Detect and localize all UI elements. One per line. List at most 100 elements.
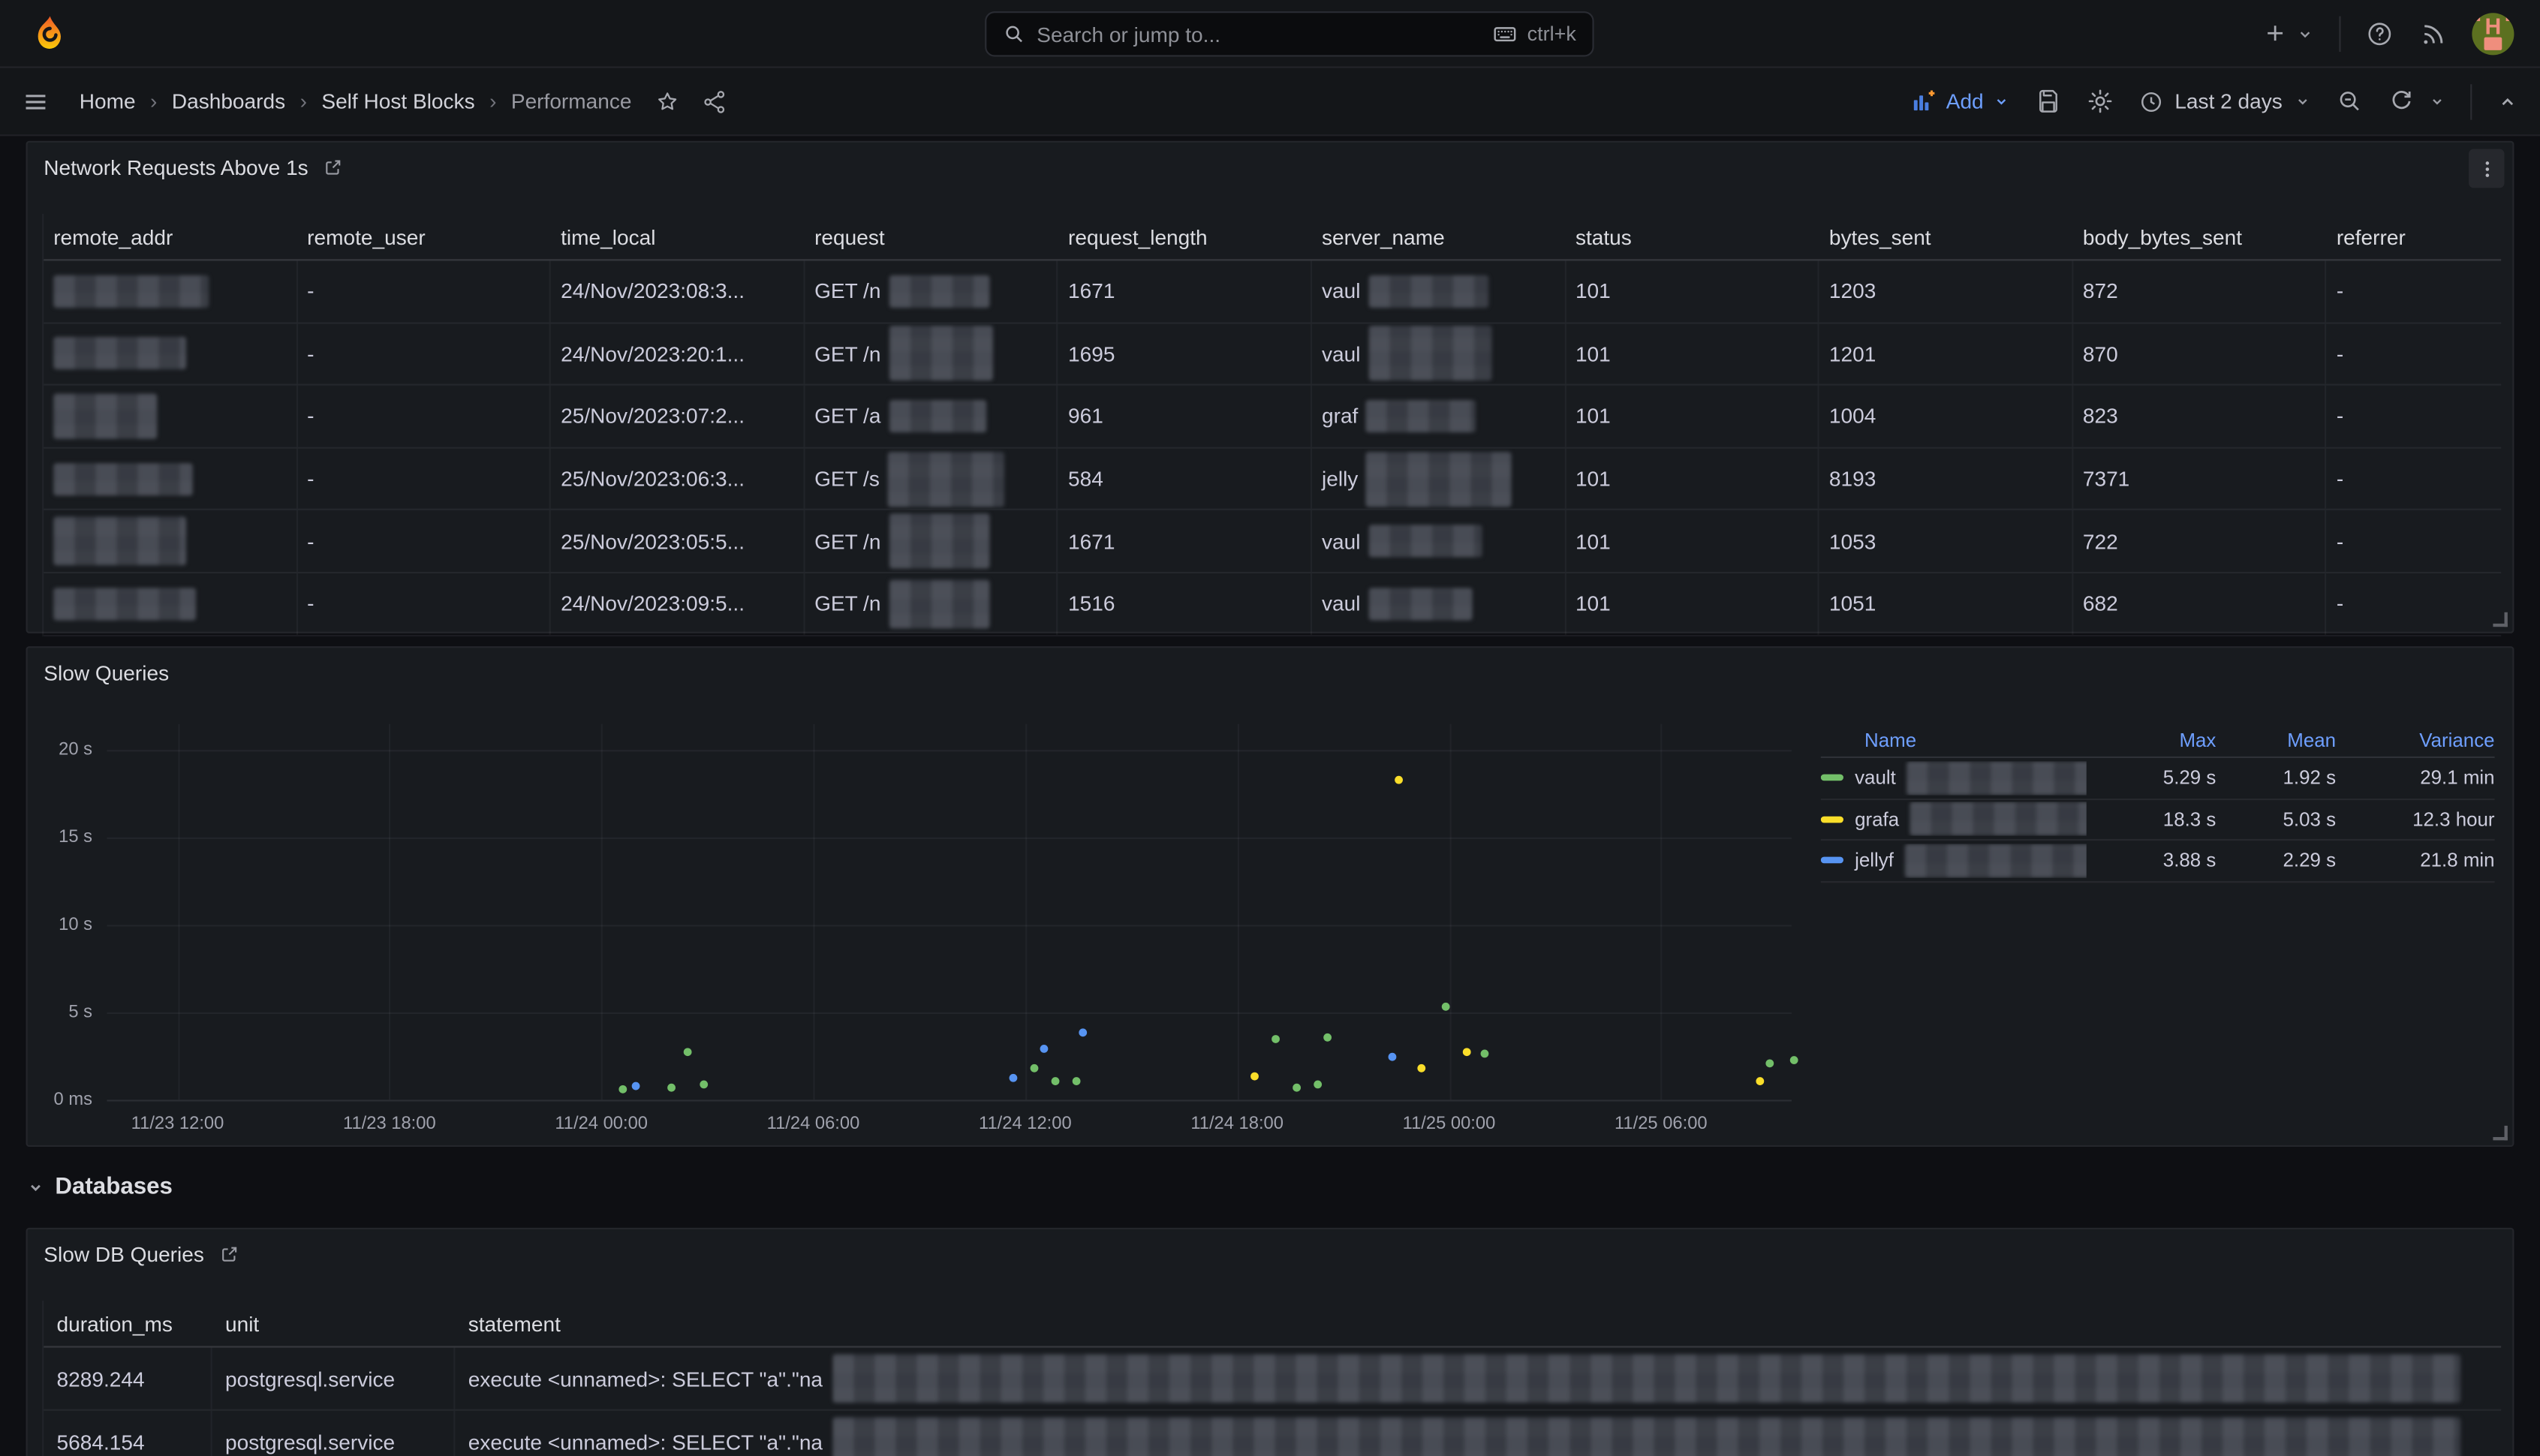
legend-column-header[interactable]: Name	[1821, 728, 2087, 751]
legend-column-header[interactable]: Variance	[2336, 728, 2495, 751]
panel-slow-queries: Slow Queries 0 ms5 s10 s15 s20 s11/23 12…	[26, 646, 2514, 1147]
panel-menu-button[interactable]	[2469, 149, 2504, 188]
panel-resize-handle[interactable]	[2493, 1126, 2507, 1140]
menu-hamburger-icon[interactable]	[21, 86, 50, 116]
table-cell: GET /a	[805, 386, 1058, 447]
redacted-value	[53, 275, 209, 307]
gridline	[1237, 724, 1238, 1100]
data-point[interactable]	[1766, 1059, 1774, 1067]
zoom-out-button[interactable]	[2336, 88, 2364, 116]
table-cell	[44, 386, 297, 447]
column-header[interactable]: referrer	[2327, 224, 2501, 248]
data-point[interactable]	[1272, 1034, 1281, 1042]
news-rss-button[interactable]	[2418, 19, 2448, 48]
table-cell: 1203	[1819, 260, 2073, 321]
column-header[interactable]: duration_ms	[44, 1311, 212, 1335]
table-cell: 870	[2073, 323, 2327, 384]
column-header[interactable]: time_local	[551, 224, 805, 248]
table-cell: 1516	[1058, 573, 1312, 634]
legend-variance: 12.3 hour	[2336, 808, 2495, 831]
new-button[interactable]	[2262, 20, 2315, 47]
y-axis-tick-label: 0 ms	[28, 1090, 92, 1109]
panel-title[interactable]: Network Requests Above 1s	[44, 155, 344, 179]
table-cell: GET /n	[805, 260, 1058, 321]
column-header[interactable]: remote_user	[297, 224, 551, 248]
data-point[interactable]	[1010, 1075, 1018, 1083]
table-cell: GET /s	[805, 448, 1058, 509]
redacted-value	[1368, 326, 1491, 381]
external-link-icon[interactable]	[218, 1244, 239, 1265]
data-point[interactable]	[632, 1081, 640, 1090]
data-point[interactable]	[1314, 1080, 1323, 1088]
data-point[interactable]	[1756, 1078, 1764, 1086]
x-axis-tick-label: 11/23 18:00	[317, 1115, 462, 1134]
search-shortcut: ctrl+k	[1527, 23, 1576, 45]
data-point[interactable]	[1480, 1049, 1488, 1057]
redacted-value	[1907, 761, 2087, 795]
user-avatar[interactable]: H	[2472, 12, 2514, 54]
column-header[interactable]: request	[805, 224, 1058, 248]
data-point[interactable]	[1395, 776, 1404, 784]
table-cell: GET /n	[805, 323, 1058, 384]
legend-series-name[interactable]: jellyf	[1821, 844, 2087, 877]
data-point[interactable]	[1073, 1077, 1082, 1085]
column-header[interactable]: body_bytes_sent	[2073, 224, 2327, 248]
table-cell: 722	[2073, 511, 2327, 572]
dashboard-settings-button[interactable]	[2086, 88, 2114, 116]
panel-resize-handle[interactable]	[2493, 612, 2507, 627]
data-point[interactable]	[1293, 1084, 1302, 1093]
table-cell: -	[297, 386, 551, 447]
collapse-toolbar-button[interactable]	[2496, 90, 2519, 113]
column-header[interactable]: bytes_sent	[1819, 224, 2073, 248]
help-button[interactable]	[2365, 19, 2394, 48]
data-point[interactable]	[1323, 1033, 1332, 1041]
table-cell: -	[297, 260, 551, 321]
panel-title[interactable]: Slow DB Queries	[44, 1242, 239, 1266]
legend-column-header[interactable]: Mean	[2216, 728, 2336, 751]
column-header[interactable]: unit	[212, 1311, 456, 1335]
data-point[interactable]	[1389, 1053, 1397, 1061]
legend-column-header[interactable]: Max	[2087, 728, 2216, 751]
table-cell: 24/Nov/2023:08:3...	[551, 260, 805, 321]
data-point[interactable]	[1079, 1028, 1087, 1036]
data-point[interactable]	[1789, 1055, 1798, 1063]
legend-variance: 21.8 min	[2336, 850, 2495, 872]
data-point[interactable]	[619, 1084, 627, 1093]
breadcrumb-dashboards[interactable]: Dashboards	[172, 89, 285, 113]
star-icon[interactable]	[655, 89, 681, 115]
legend-row: vault5.29 s1.92 s29.1 min	[1821, 758, 2495, 799]
external-link-icon[interactable]	[323, 157, 344, 178]
data-point[interactable]	[1040, 1044, 1048, 1052]
grafana-logo-icon[interactable]	[34, 11, 65, 56]
data-point[interactable]	[684, 1047, 692, 1055]
column-header[interactable]: status	[1566, 224, 1819, 248]
section-databases[interactable]: Databases	[26, 1175, 173, 1201]
data-point[interactable]	[667, 1084, 676, 1092]
column-header[interactable]: statement	[455, 1311, 2501, 1335]
breadcrumb-folder[interactable]: Self Host Blocks	[321, 89, 474, 113]
legend-series-name[interactable]: vault	[1821, 761, 2087, 795]
redacted-value	[53, 517, 186, 566]
data-point[interactable]	[1031, 1063, 1039, 1072]
search-input[interactable]: Search or jump to... ctrl+k	[985, 11, 1594, 56]
data-point[interactable]	[1463, 1048, 1471, 1057]
series-color-marker	[1821, 775, 1843, 781]
refresh-interval-dropdown[interactable]	[2428, 92, 2446, 110]
share-icon[interactable]	[701, 89, 727, 115]
breadcrumb-home[interactable]: Home	[80, 89, 136, 113]
column-header[interactable]: request_length	[1058, 224, 1312, 248]
add-button[interactable]: Add	[1910, 88, 2009, 116]
column-header[interactable]: remote_addr	[44, 224, 297, 248]
data-point[interactable]	[1250, 1073, 1259, 1081]
data-point[interactable]	[699, 1080, 707, 1088]
data-point[interactable]	[1052, 1077, 1060, 1085]
refresh-button[interactable]	[2388, 88, 2415, 116]
redacted-value	[832, 1354, 2460, 1403]
table-cell: 872	[2073, 260, 2327, 321]
column-header[interactable]: server_name	[1312, 224, 1566, 248]
legend-series-name[interactable]: grafa	[1821, 802, 2087, 836]
time-range-picker[interactable]: Last 2 days	[2138, 89, 2312, 115]
data-point[interactable]	[1416, 1063, 1425, 1072]
save-dashboard-button[interactable]	[2034, 88, 2062, 116]
divider	[2339, 16, 2340, 51]
